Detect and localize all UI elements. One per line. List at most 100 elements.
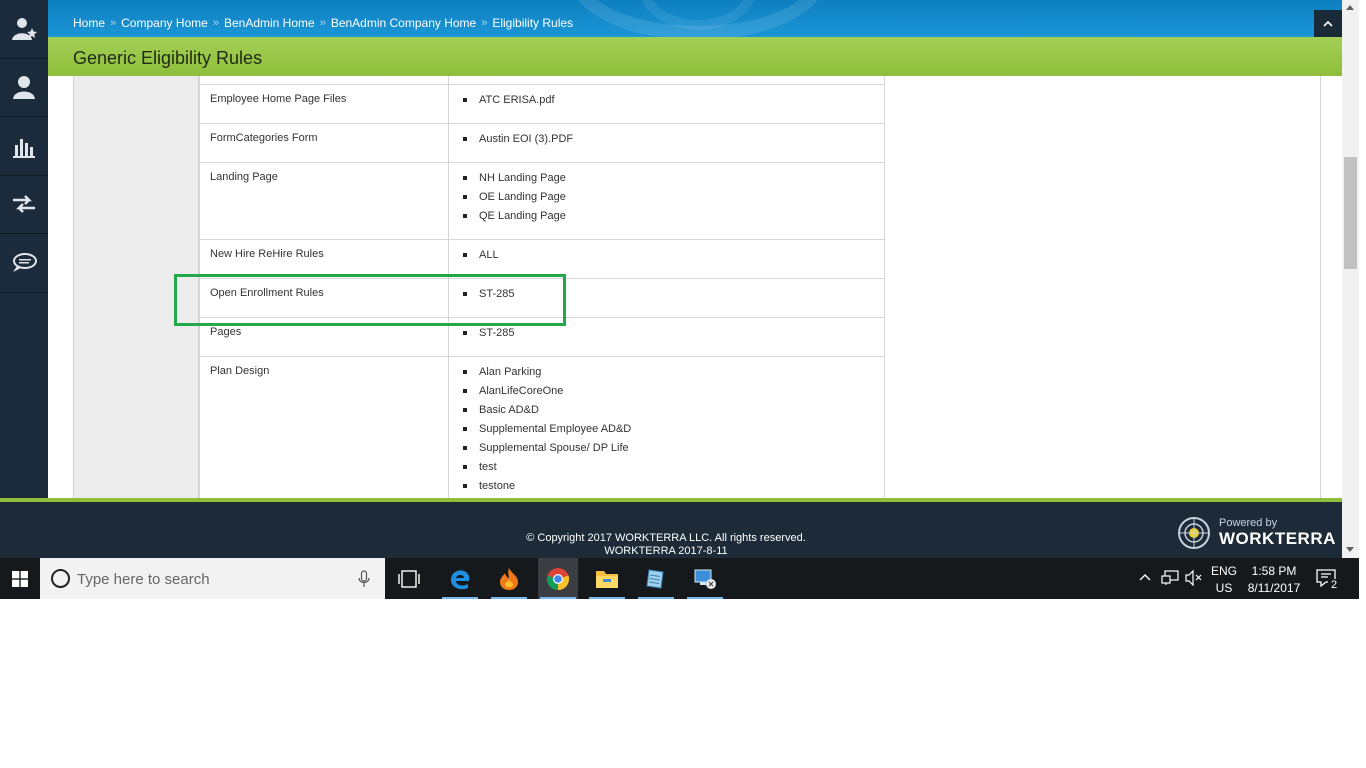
running-indicator	[589, 597, 625, 599]
panel-border-right	[1320, 76, 1321, 498]
page-title: Generic Eligibility Rules	[73, 48, 263, 68]
chat-bubble-icon	[13, 252, 37, 272]
breadcrumb-benadmin-home[interactable]: BenAdmin Home	[224, 16, 315, 30]
cortana-icon	[51, 569, 70, 588]
sidebar-item-transfer[interactable]	[0, 176, 48, 234]
table-row: Employee Home Page Files ATC ERISA.pdf	[199, 84, 885, 124]
edge-icon	[451, 569, 470, 589]
list-item: AlanLifeCoreOne	[459, 384, 874, 403]
clock-time: 1:58 PM	[1251, 564, 1297, 578]
main-content: Employee Home Page Files ATC ERISA.pdf F…	[48, 76, 1342, 498]
list-item: Alan Parking	[459, 365, 874, 384]
clock-date: 8/11/2017	[1247, 581, 1301, 595]
taskbar-app-chrome[interactable]	[538, 558, 578, 599]
scroll-up-arrow-icon[interactable]	[1346, 5, 1354, 10]
rule-label: FormCategories Form	[199, 123, 449, 163]
table-row: Landing Page NH Landing Page OE Landing …	[199, 162, 885, 240]
breadcrumb-benadmin-company-home[interactable]: BenAdmin Company Home	[331, 16, 476, 30]
language-code: ENG	[1210, 564, 1237, 578]
footer-copyright: © Copyright 2017 WORKTERRA LLC. All righ…	[526, 532, 806, 544]
windows-logo-icon	[12, 570, 28, 587]
scroll-down-arrow-icon[interactable]	[1346, 547, 1354, 552]
table-cell	[448, 76, 885, 85]
show-hidden-icons-chevron-icon[interactable]	[1139, 573, 1151, 581]
list-item: Austin EOI (3).PDF	[459, 132, 874, 151]
breadcrumb-eligibility-rules[interactable]: Eligibility Rules	[492, 16, 573, 30]
list-item: ALL	[459, 248, 874, 267]
taskbar-app-notepad[interactable]	[636, 558, 676, 599]
rule-values: Austin EOI (3).PDF	[448, 123, 885, 163]
collapse-header-button[interactable]	[1314, 10, 1342, 37]
transfer-arrows-icon	[13, 195, 35, 214]
notification-count-badge: 2	[1328, 579, 1340, 592]
running-indicator	[442, 597, 478, 599]
rule-label: Landing Page	[199, 162, 449, 240]
windows-taskbar: Type here to search ENG US 1:58 PM 8/11/…	[0, 558, 1359, 599]
page-footer: © Copyright 2017 WORKTERRA LLC. All righ…	[0, 498, 1342, 558]
workterra-emblem-icon	[1178, 517, 1210, 549]
breadcrumb-separator: »	[212, 17, 219, 29]
bar-chart-icon	[13, 138, 35, 158]
microphone-icon[interactable]	[358, 570, 370, 588]
list-item: OE Landing Page	[459, 190, 874, 209]
workterra-logo: Powered by WORKTERRA	[1177, 516, 1336, 550]
table-row: New Hire ReHire Rules ALL	[199, 239, 885, 279]
rule-label: New Hire ReHire Rules	[199, 239, 449, 279]
breadcrumb-separator: »	[319, 17, 326, 29]
running-indicator	[491, 597, 527, 599]
volume-muted-icon[interactable]	[1185, 570, 1203, 586]
user-icon	[13, 76, 35, 100]
powered-by-label: Powered by	[1219, 517, 1278, 529]
table-row: FormCategories Form Austin EOI (3).PDF	[199, 123, 885, 163]
flame-app-icon	[500, 567, 518, 590]
file-explorer-icon	[596, 570, 618, 588]
user-star-icon	[12, 17, 37, 40]
input-language-indicator[interactable]: ENG US	[1210, 563, 1238, 597]
rule-values: NH Landing Page OE Landing Page QE Landi…	[448, 162, 885, 240]
taskbar-app-file-explorer[interactable]	[587, 558, 627, 599]
page-scrollbar[interactable]	[1342, 0, 1359, 558]
footer-version: WORKTERRA 2017-8-11	[604, 545, 728, 557]
running-indicator	[687, 597, 723, 599]
left-sidebar	[0, 0, 48, 499]
list-item: Supplemental Employee AD&D	[459, 422, 874, 441]
sidebar-item-user-star[interactable]	[0, 0, 48, 59]
breadcrumb-company-home[interactable]: Company Home	[121, 16, 208, 30]
running-indicator	[540, 597, 576, 599]
sidebar-item-user[interactable]	[0, 59, 48, 117]
breadcrumb-separator: »	[481, 17, 488, 29]
notepad-icon	[646, 568, 664, 589]
list-item: Basic AD&D	[459, 403, 874, 422]
search-placeholder: Type here to search	[77, 571, 210, 588]
rule-values: ATC ERISA.pdf	[448, 84, 885, 124]
list-item: NH Landing Page	[459, 171, 874, 190]
sidebar-item-chat[interactable]	[0, 234, 48, 293]
breadcrumb-bar: Home » Company Home » BenAdmin Home » Be…	[48, 0, 1342, 37]
start-button[interactable]	[0, 558, 40, 599]
highlight-annotation-box	[174, 274, 566, 326]
taskbar-app-edge[interactable]	[440, 558, 480, 599]
remote-desktop-icon	[694, 569, 716, 589]
sidebar-item-reports[interactable]	[0, 117, 48, 176]
running-indicator	[638, 597, 674, 599]
scrollbar-thumb[interactable]	[1344, 157, 1357, 269]
list-item: QE Landing Page	[459, 209, 874, 228]
taskbar-clock[interactable]: 1:58 PM 8/11/2017	[1244, 563, 1304, 597]
title-bar: Generic Eligibility Rules	[48, 37, 1342, 76]
rule-values: ALL	[448, 239, 885, 279]
breadcrumb-home[interactable]: Home	[73, 16, 105, 30]
table-cell	[199, 76, 449, 85]
list-item: Supplemental Spouse/ DP Life	[459, 441, 874, 460]
list-item: ATC ERISA.pdf	[459, 93, 874, 112]
taskbar-app-flame[interactable]	[489, 558, 529, 599]
list-item: test	[459, 460, 874, 479]
breadcrumb-separator: »	[110, 17, 117, 29]
rule-label: Plan Design	[199, 356, 449, 498]
taskbar-app-remote-desktop[interactable]	[685, 558, 725, 599]
region-code: US	[1215, 581, 1233, 595]
table-row: Plan Design Alan Parking AlanLifeCoreOne…	[199, 356, 885, 498]
list-item: testone	[459, 479, 874, 498]
taskbar-search-box[interactable]: Type here to search	[40, 558, 385, 599]
task-view-icon[interactable]	[397, 569, 421, 589]
network-icon[interactable]	[1161, 570, 1179, 586]
